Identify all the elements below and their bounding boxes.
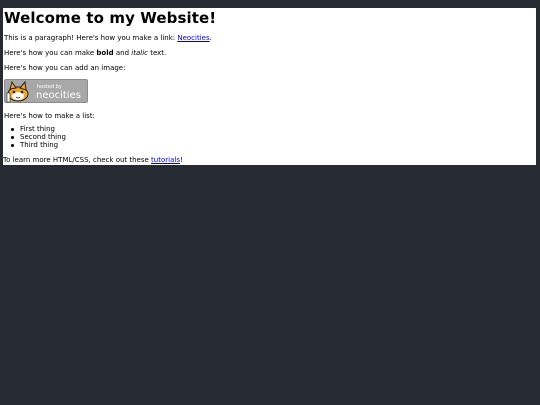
paragraph-link: This is a paragraph! Here's how you make… <box>4 34 212 43</box>
formatting-text-post: text. <box>147 49 167 57</box>
paragraph-formatting: Here's how you can make bold and italic … <box>4 49 166 58</box>
paragraph-image: Here's how you can add an image: <box>4 64 126 72</box>
paragraph-text: This is a paragraph! Here's how you make… <box>4 34 178 42</box>
bold-text: bold <box>96 49 114 57</box>
paragraph-tutorials: To learn more HTML/CSS, check out these … <box>3 156 183 165</box>
formatting-text-pre: Here's how you can make <box>4 49 97 57</box>
list-item: First thing <box>11 125 66 133</box>
tutorials-text-post: ! <box>179 156 183 164</box>
page-title: Welcome to my Website! <box>4 9 217 27</box>
webpage-content: Welcome to my Website! This is a paragra… <box>3 8 536 165</box>
italic-text: italic <box>131 49 148 57</box>
bullet-list: First thing Second thing Third thing <box>3 125 66 149</box>
tutorials-link[interactable]: tutorials <box>151 156 180 164</box>
paragraph-list: Here's how to make a list: <box>4 112 95 120</box>
neocities-link[interactable]: Neocities <box>177 34 209 42</box>
list-item: Third thing <box>11 141 66 149</box>
formatting-text-mid: and <box>113 49 132 57</box>
badge-big-text: neocities <box>36 90 81 101</box>
list-item: Second thing <box>11 133 66 141</box>
tutorials-text-pre: To learn more HTML/CSS, check out these <box>3 156 152 164</box>
paragraph-period: . <box>209 34 212 42</box>
hosted-by-neocities-badge[interactable]: hosted by neocities <box>4 79 88 103</box>
